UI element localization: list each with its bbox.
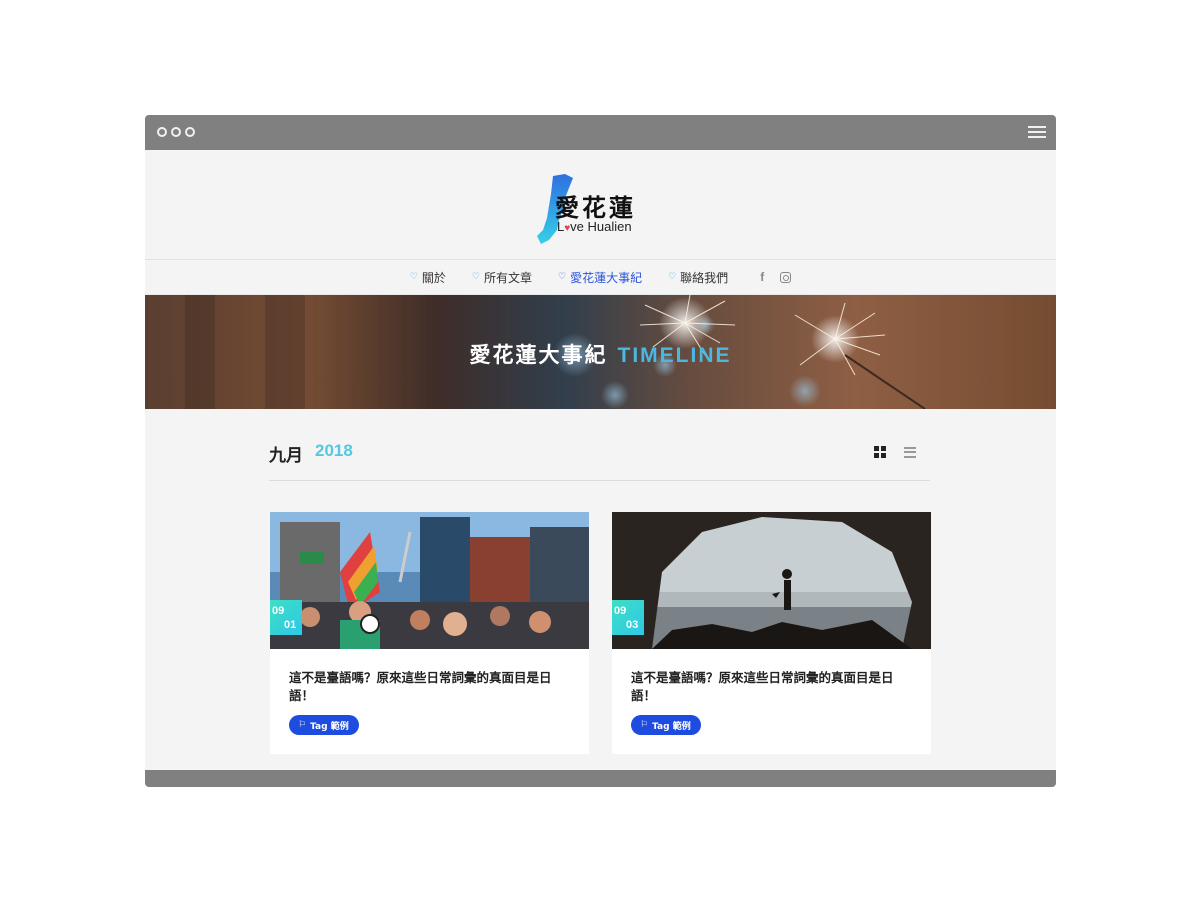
- window-dot-icon[interactable]: [157, 127, 167, 137]
- main-content: 九月 2018 09 01 這不是臺語嗎？原來這些日常詞彙的真面目是日語！ ⚐ …: [145, 409, 1056, 769]
- window-dot-icon[interactable]: [171, 127, 181, 137]
- post-title[interactable]: 這不是臺語嗎？原來這些日常詞彙的真面目是日語！: [631, 669, 911, 705]
- parade-photo-image: [270, 512, 589, 649]
- hero-banner: 愛花蓮大事紀 TIMELINE: [145, 295, 1056, 409]
- post-date-badge: 09 01: [270, 600, 302, 635]
- post-card[interactable]: 09 01 這不是臺語嗎？原來這些日常詞彙的真面目是日語！ ⚐ Tag 範例: [270, 512, 589, 754]
- heart-outline-icon: ♡: [668, 272, 677, 282]
- cave-photo-image: [612, 512, 931, 649]
- browser-window: 愛花蓮 L♥ve Hualien ♡ 關於 ♡ 所有文章 ♡ 愛花蓮大事紀 ♡ …: [145, 115, 1056, 787]
- window-controls: [157, 127, 195, 137]
- archive-month: 九月: [269, 446, 303, 466]
- site-logo[interactable]: 愛花蓮 L♥ve Hualien: [535, 174, 645, 246]
- main-nav: ♡ 關於 ♡ 所有文章 ♡ 愛花蓮大事紀 ♡ 聯絡我們 f: [145, 260, 1056, 295]
- logo-title: 愛花蓮: [555, 194, 636, 222]
- post-date-badge: 09 03: [612, 600, 644, 635]
- nav-item-label: 所有文章: [483, 270, 532, 285]
- hero-title: 愛花蓮大事紀 TIMELINE: [469, 343, 732, 367]
- heart-outline-icon: ♡: [558, 272, 567, 282]
- post-thumbnail[interactable]: 09 03: [612, 512, 931, 649]
- post-tag[interactable]: ⚐ Tag 範例: [289, 715, 359, 735]
- list-view-icon[interactable]: [904, 446, 916, 458]
- post-card[interactable]: 09 03 這不是臺語嗎？原來這些日常詞彙的真面目是日語！ ⚐ Tag 範例: [612, 512, 931, 754]
- post-tag[interactable]: ⚐ Tag 範例: [631, 715, 701, 735]
- flag-icon: ⚐: [298, 720, 307, 730]
- browser-titlebar: [145, 115, 1056, 150]
- post-title[interactable]: 這不是臺語嗎？原來這些日常詞彙的真面目是日語！: [289, 669, 569, 705]
- nav-item-all-posts[interactable]: ♡ 所有文章: [472, 269, 532, 286]
- flag-icon: ⚐: [640, 720, 649, 730]
- social-links: f: [760, 270, 792, 284]
- heart-outline-icon: ♡: [471, 272, 480, 282]
- nav-item-label: 愛花蓮大事紀: [570, 270, 643, 285]
- facebook-icon[interactable]: f: [760, 270, 764, 284]
- view-toggles: [874, 446, 916, 458]
- browser-footer-bar: [145, 770, 1056, 787]
- logo-subtitle: L♥ve Hualien: [557, 219, 632, 234]
- grid-view-icon[interactable]: [874, 446, 886, 458]
- nav-item-about[interactable]: ♡ 關於: [410, 269, 446, 286]
- window-dot-icon[interactable]: [185, 127, 195, 137]
- nav-item-contact[interactable]: ♡ 聯絡我們: [668, 269, 728, 286]
- nav-item-label: 關於: [421, 270, 446, 285]
- nav-item-timeline[interactable]: ♡ 愛花蓮大事紀: [558, 269, 642, 286]
- archive-header: 九月 2018: [269, 441, 930, 481]
- instagram-icon[interactable]: [780, 271, 792, 283]
- heart-outline-icon: ♡: [409, 272, 418, 282]
- archive-year: 2018: [315, 441, 353, 460]
- hero-title-accent: TIMELINE: [617, 344, 732, 367]
- post-thumbnail[interactable]: 09 01: [270, 512, 589, 649]
- nav-item-label: 聯絡我們: [680, 270, 729, 285]
- menu-icon[interactable]: [1028, 126, 1046, 138]
- site-header: 愛花蓮 L♥ve Hualien: [145, 150, 1056, 260]
